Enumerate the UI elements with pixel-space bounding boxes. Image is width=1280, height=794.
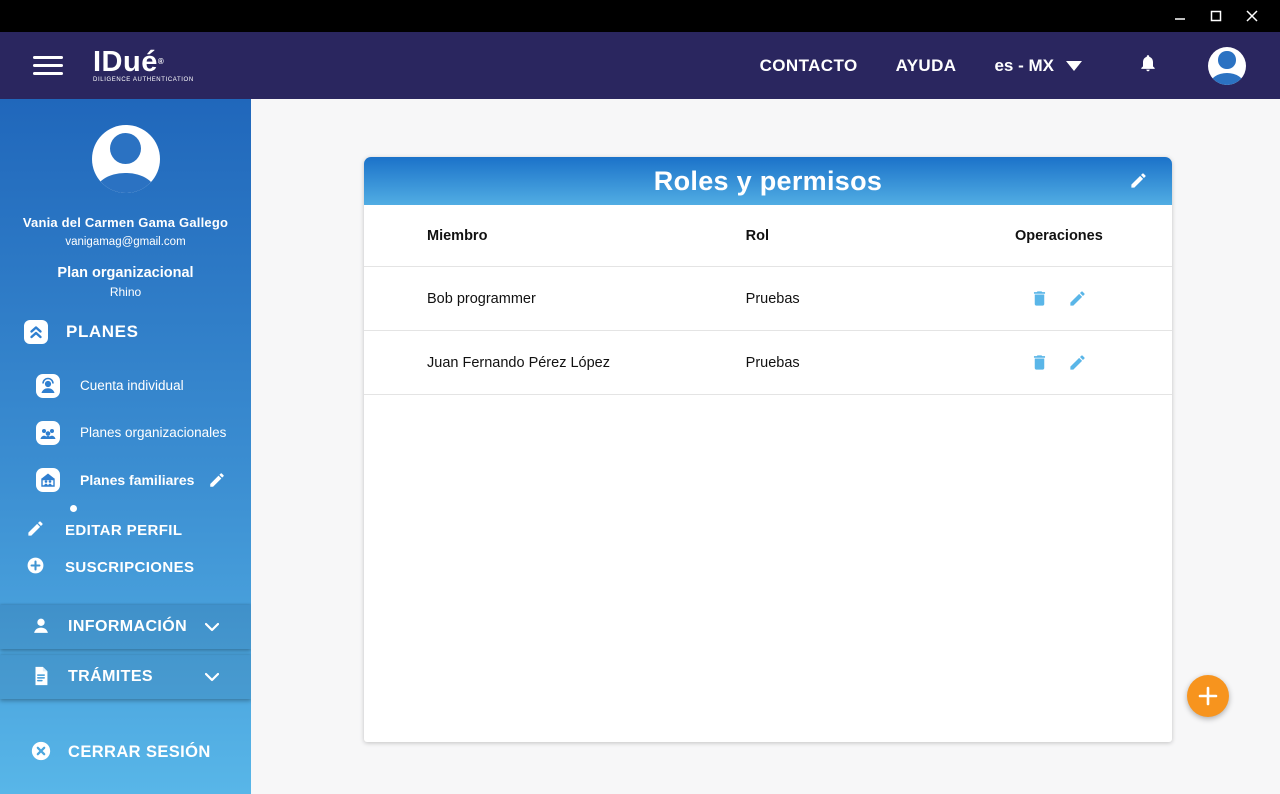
sidebar-item-label: Planes organizacionales: [80, 425, 227, 440]
table-row: Juan Fernando Pérez López Pruebas: [364, 331, 1172, 395]
member-role: Pruebas: [745, 354, 800, 371]
roles-permissions-card: Roles y permisos Miembro Rol Operaciones…: [364, 157, 1172, 742]
person-icon: [30, 615, 52, 639]
edit-icon[interactable]: [1068, 353, 1087, 372]
document-icon: [30, 665, 52, 689]
collapse-up-icon: [24, 320, 48, 344]
sidebar-item-label: Planes familiares: [80, 471, 195, 488]
user-email: vanigamag@gmail.com: [65, 236, 186, 248]
user-avatar: [91, 125, 160, 193]
sidebar-section-label: INFORMACIÓN: [68, 618, 188, 635]
add-member-button[interactable]: [1187, 675, 1229, 717]
column-header-operaciones: Operaciones: [1014, 227, 1103, 244]
nav-contacto[interactable]: CONTACTO: [760, 56, 858, 76]
sidebar-item-planes-organizacionales[interactable]: Planes organizacionales: [36, 409, 251, 456]
active-item-dot: [70, 505, 77, 512]
delete-icon[interactable]: [1030, 289, 1049, 308]
close-circle-icon: [30, 740, 52, 764]
avatar-icon: [109, 133, 142, 165]
language-selector[interactable]: es - MX: [994, 56, 1082, 76]
plus-icon: [1197, 685, 1219, 707]
user-plan-name: Rhino: [109, 285, 142, 299]
logo-text: IDué®: [93, 46, 165, 78]
user-name: Vania del Carmen Gama Gallego: [22, 215, 229, 230]
header-actions: CONTACTO AYUDA es - MX: [722, 46, 1246, 85]
close-icon: [1246, 10, 1258, 22]
user-plan-type: Plan organizacional: [57, 265, 194, 281]
hamburger-menu-icon[interactable]: [33, 51, 63, 80]
table-header-row: Miembro Rol Operaciones: [364, 205, 1172, 267]
sidebar-item-planes-familiares[interactable]: Planes familiares: [36, 456, 251, 503]
sidebar-item-label: SUSCRIPCIONES: [65, 559, 195, 576]
app-header: IDué® DILIGENCE AUTHENTICATION CONTACTO …: [0, 32, 1280, 99]
individual-account-icon: [36, 373, 60, 398]
sidebar-item-label: CERRAR SESIÓN: [68, 742, 211, 761]
logo-tagline: DILIGENCE AUTHENTICATION: [93, 77, 194, 83]
language-value: es - MX: [994, 55, 1054, 75]
sidebar-item-planes[interactable]: PLANES: [24, 316, 251, 348]
sidebar-item-editar-perfil[interactable]: EDITAR PERFIL: [26, 512, 251, 549]
minimize-button[interactable]: [1162, 0, 1198, 32]
sidebar-section-informacion[interactable]: INFORMACIÓN: [0, 605, 251, 649]
sidebar-item-cuenta-individual[interactable]: Cuenta individual: [36, 362, 251, 409]
app-logo[interactable]: IDué® DILIGENCE AUTHENTICATION: [93, 46, 194, 84]
sidebar-item-suscripciones[interactable]: SUSCRIPCIONES: [26, 549, 251, 586]
registered-mark: ®: [157, 57, 165, 66]
member-role: Pruebas: [745, 290, 800, 307]
member-name: Juan Fernando Pérez López: [427, 354, 610, 371]
plus-circle-icon: [26, 556, 45, 580]
pencil-icon: [26, 519, 45, 543]
sidebar-item-label: EDITAR PERFIL: [65, 522, 183, 539]
main-content: Roles y permisos Miembro Rol Operaciones…: [251, 99, 1280, 794]
pencil-icon[interactable]: [208, 471, 226, 489]
card-header: Roles y permisos: [364, 157, 1172, 205]
minimize-icon: [1174, 10, 1186, 22]
nav-ayuda[interactable]: AYUDA: [896, 56, 957, 76]
member-name: Bob programmer: [427, 290, 536, 307]
window-titlebar: [0, 0, 1280, 32]
table-row: Bob programmer Pruebas: [364, 267, 1172, 331]
notifications-button[interactable]: [1138, 52, 1158, 79]
edit-icon[interactable]: [1068, 289, 1087, 308]
close-button[interactable]: [1234, 0, 1270, 32]
page-title: Roles y permisos: [653, 165, 883, 196]
avatar-icon: [1218, 51, 1236, 69]
maximize-icon: [1210, 10, 1222, 22]
sidebar-item-cerrar-sesion[interactable]: CERRAR SESIÓN: [30, 737, 251, 767]
bell-icon: [1138, 52, 1158, 79]
column-header-miembro: Miembro: [427, 227, 488, 244]
sidebar-section-tramites[interactable]: TRÁMITES: [0, 655, 251, 699]
column-header-rol: Rol: [745, 227, 770, 244]
maximize-button[interactable]: [1198, 0, 1234, 32]
sidebar: Vania del Carmen Gama Gallego vanigamag@…: [0, 99, 251, 794]
chevron-down-icon: [205, 622, 219, 632]
sidebar-item-label: PLANES: [66, 322, 139, 341]
sidebar-section-label: TRÁMITES: [68, 668, 153, 685]
profile-avatar[interactable]: [1208, 46, 1246, 85]
chevron-down-icon: [205, 672, 219, 682]
family-plans-icon: [36, 467, 60, 492]
organizational-plans-icon: [36, 420, 60, 445]
delete-icon[interactable]: [1030, 353, 1049, 372]
sidebar-item-label: Cuenta individual: [80, 378, 184, 393]
caret-down-icon: [1066, 60, 1082, 71]
pencil-icon[interactable]: [1129, 171, 1148, 190]
